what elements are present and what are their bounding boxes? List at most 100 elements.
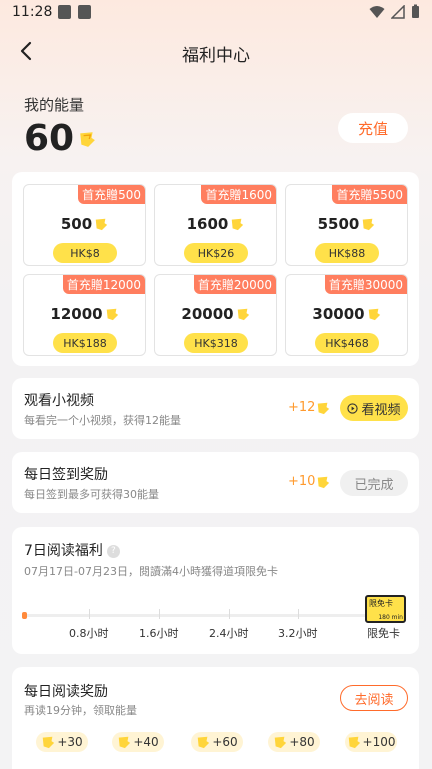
milestone-label: 0.8小时 [69,627,109,640]
task-desc: 再读19分钟，领取能量 [24,704,137,717]
energy-balance: 60 [24,118,96,159]
status-time: 11:28 [12,4,53,20]
pack-amount-value: 5500 [317,215,360,233]
first-charge-badge: 首充贈20000 [193,275,276,294]
task-desc: 每看完一个小视频，获得12能量 [24,414,181,427]
wifi-icon [369,5,385,18]
reading-reward-value: +80 [289,735,315,749]
free-card-label: 限免卡 [369,599,393,608]
task-reward: +10 [288,474,330,489]
recharge-button[interactable]: 充值 [338,113,408,143]
energy-coin-icon [275,736,287,749]
task-title: 观看小视频 [24,393,94,409]
task-title: 7日阅读福利? [24,540,120,560]
notification-icon [58,5,71,19]
watch-video-button[interactable]: 看视频 [340,395,408,421]
header: 福利中心 [0,30,432,74]
pack-price: HK$88 [315,243,379,263]
reading-reward-pill[interactable]: +30 [36,732,88,752]
watch-video-card: 观看小视频 每看完一个小视频，获得12能量 +12 看视频 [12,378,419,439]
pack-amount: 500 [24,215,145,233]
status-bar: 11:28 [0,0,432,26]
pack-price: HK$26 [184,243,248,263]
energy-coin-icon [119,736,131,749]
reading-progress-track [24,614,374,617]
pack-amount-value: 20000 [181,305,234,323]
pack-item[interactable]: 首充贈20000 20000 HK$318 [154,274,277,356]
go-reading-button[interactable]: 去阅读 [340,685,408,711]
seven-day-title: 7日阅读福利 [24,543,103,559]
task-reward-value: +12 [288,400,316,415]
watch-video-label: 看视频 [361,402,401,418]
task-title: 每日签到奖励 [24,467,108,483]
energy-coin-icon [106,308,118,321]
pack-amount: 5500 [286,215,407,233]
first-charge-badge: 首充贈30000 [324,275,407,294]
pack-amount-value: 500 [60,215,93,233]
reading-reward-value: +60 [212,735,238,749]
milestone-label: 3.2小时 [278,627,318,640]
reading-reward-pill[interactable]: +80 [268,732,320,752]
first-charge-badge: 首充贈500 [78,185,145,204]
first-charge-badge: 首充贈5500 [332,185,407,204]
energy-coin-icon [318,476,330,488]
signal-icon [391,4,405,19]
progress-tick [89,609,90,619]
reading-reward-value: +40 [133,735,159,749]
pack-item[interactable]: 首充贈500 500 HK$8 [23,184,146,266]
energy-label: 我的能量 [24,96,85,114]
energy-coin-icon [95,218,108,231]
pack-amount: 1600 [155,215,276,233]
energy-coin-icon [43,736,55,749]
free-card-icon: 限免卡 180 min [365,595,406,623]
pack-price: HK$188 [53,333,117,353]
pack-amount-value: 30000 [312,305,365,323]
milestone-label: 1.6小时 [139,627,179,640]
checkin-done-button[interactable]: 已完成 [340,470,408,496]
help-icon[interactable]: ? [106,544,120,558]
pack-amount-value: 12000 [50,305,103,323]
pack-item[interactable]: 首充贈1600 1600 HK$26 [154,184,277,266]
daily-reading-card: 每日阅读奖励 再读19分钟，领取能量 去阅读 [12,667,419,769]
pack-item[interactable]: 首充贈30000 30000 HK$468 [285,274,408,356]
task-reward-value: +10 [288,474,316,489]
recharge-packs-card: 首充贈500 500 HK$8 首充贈1600 1600 HK$26 首充贈55… [12,172,419,366]
pack-price: HK$8 [53,243,117,263]
free-card-sub: 180 min [378,614,403,621]
page-title: 福利中心 [182,46,250,66]
energy-coin-icon [348,736,360,749]
task-desc: 07月17日-07月23日，閱讀滿4小時獲得道項限免卡 [24,565,278,578]
pack-price: HK$318 [184,333,248,353]
progress-tick [298,609,299,619]
pack-item[interactable]: 首充贈12000 12000 HK$188 [23,274,146,356]
energy-value: 60 [24,118,75,159]
pack-amount: 20000 [155,305,276,323]
energy-coin-icon [318,402,330,414]
reading-reward-pill[interactable]: +100 [345,732,397,752]
reading-reward-value: +30 [57,735,83,749]
play-icon [347,402,359,414]
energy-coin-icon [363,218,375,231]
task-title: 每日阅读奖励 [24,684,108,700]
task-reward: +12 [288,400,330,415]
reading-reward-pill[interactable]: +60 [191,732,243,752]
daily-checkin-card: 每日签到奖励 每日签到最多可获得30能量 +10 已完成 [12,452,419,513]
pack-amount: 12000 [24,305,145,323]
energy-coin-icon [237,308,249,321]
reading-reward-pill[interactable]: +40 [112,732,164,752]
energy-coin-icon [198,736,210,749]
notification-icon [78,5,91,19]
first-charge-badge: 首充贈12000 [62,275,145,294]
milestone-label: 2.4小时 [209,627,249,640]
battery-icon [412,4,419,18]
milestone-label: 限免卡 [367,627,400,640]
progress-tick [229,609,230,619]
reading-reward-value: +100 [362,735,396,749]
energy-coin-icon [232,218,244,231]
pack-item[interactable]: 首充贈5500 5500 HK$88 [285,184,408,266]
energy-coin-icon [368,308,380,321]
energy-coin-icon [80,131,95,147]
pack-price: HK$468 [315,333,379,353]
progress-start-marker [22,612,27,619]
first-charge-badge: 首充贈1600 [201,185,276,204]
